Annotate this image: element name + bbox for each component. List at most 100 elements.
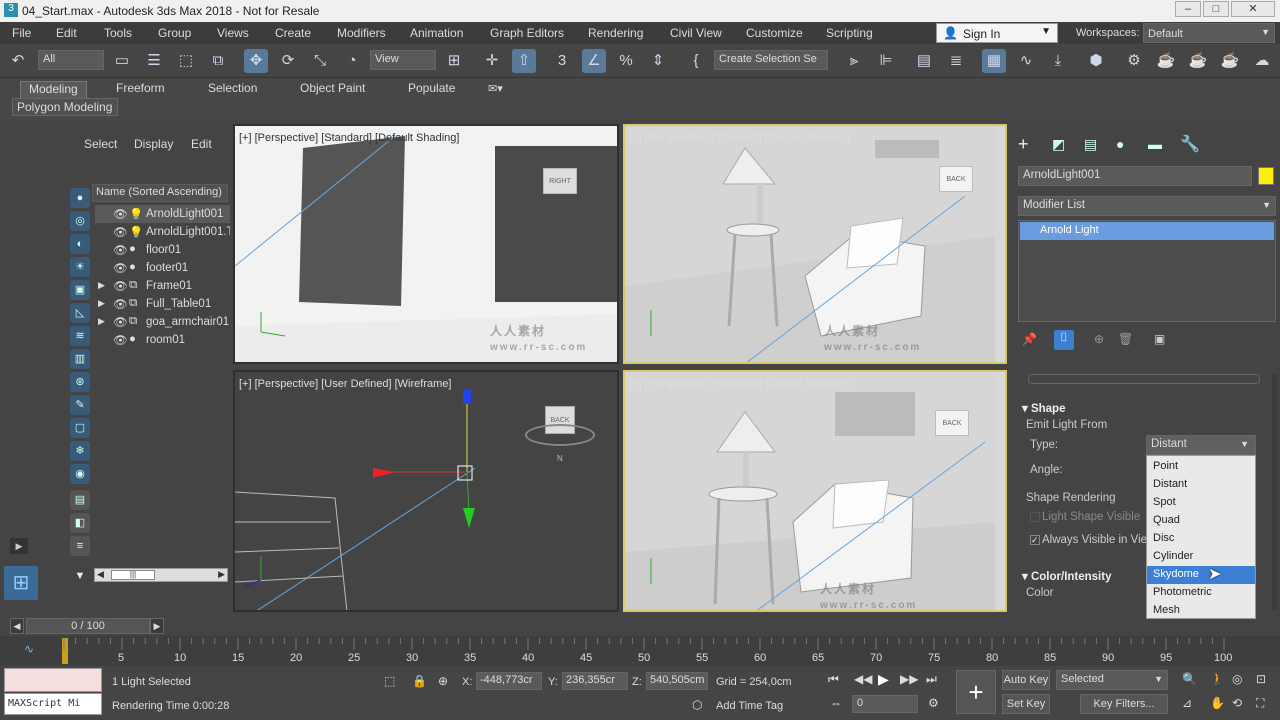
cameras-filter-icon[interactable]: ▣: [70, 280, 90, 300]
scroll-right-icon[interactable]: ▶: [218, 569, 225, 580]
orbit-sub-icon[interactable]: ⟲: [1232, 696, 1242, 710]
local-scene-icon[interactable]: ◧: [70, 513, 90, 533]
material-editor-icon[interactable]: ⬢: [1084, 49, 1108, 73]
schematic-view-icon[interactable]: ⤓: [1046, 49, 1070, 73]
field-of-view-icon[interactable]: ⊿: [1182, 696, 1192, 710]
viewcube-face[interactable]: BACK: [939, 166, 973, 192]
modifier-list-select[interactable]: Modifier List ▼: [1018, 196, 1276, 216]
time-config-icon[interactable]: ⚙: [928, 696, 939, 710]
walk-through-icon[interactable]: 🚶: [1210, 672, 1225, 686]
rendered-frame-icon[interactable]: ☕: [1154, 49, 1178, 73]
ribbon-options-icon[interactable]: ✉▾: [488, 82, 503, 95]
viewport-bottom-left[interactable]: [+] [Perspective] [User Defined] [Wirefr…: [233, 370, 619, 612]
undo-icon[interactable]: ↶: [6, 49, 30, 73]
scene-tab-edit[interactable]: Edit: [191, 137, 212, 151]
funnel-icon[interactable]: ▼: [70, 566, 90, 586]
viewport-label[interactable]: [+] [Perspective] [Standard] [Default Sh…: [629, 378, 849, 390]
layer-icon[interactable]: ▤: [70, 490, 90, 510]
zoom-extents-icon[interactable]: ⊡: [1256, 672, 1266, 686]
helpers-filter-icon[interactable]: ◺: [70, 303, 90, 323]
tab-selection[interactable]: Selection: [200, 81, 265, 99]
viewcube[interactable]: BACK N: [525, 406, 595, 466]
type-option-skydome[interactable]: Skydome: [1147, 566, 1255, 584]
scroll-left-icon[interactable]: ◀: [97, 569, 104, 580]
prev-frame-button[interactable]: ◀: [10, 618, 24, 634]
orbit-icon[interactable]: ◎: [1232, 672, 1242, 686]
type-option-disc[interactable]: Disc: [1147, 530, 1255, 548]
column-header[interactable]: Name (Sorted Ascending): [92, 184, 228, 202]
eye-icon[interactable]: 👁: [113, 333, 128, 347]
key-mode-icon[interactable]: ⇔: [830, 696, 842, 710]
create-tab-icon[interactable]: +: [1018, 134, 1029, 155]
named-selection-set-select[interactable]: Create Selection Se: [714, 50, 828, 70]
minimize-button[interactable]: –: [1175, 1, 1201, 17]
geometry-filter-icon[interactable]: ◎: [70, 211, 90, 231]
viewport-label[interactable]: [+] [Perspective] [User Defined] [Wirefr…: [239, 378, 451, 390]
add-time-tag-button[interactable]: Add Time Tag: [716, 700, 783, 712]
list-item[interactable]: ▶ 👁 ⧉ Frame01: [95, 277, 230, 295]
angle-snap-icon[interactable]: ∠: [582, 49, 606, 73]
scale-icon[interactable]: ⤡: [308, 49, 332, 73]
goto-end-icon[interactable]: ⏭: [926, 672, 937, 687]
expand-arrow-icon[interactable]: ▶: [98, 280, 105, 291]
modify-tab-icon[interactable]: ◩: [1052, 136, 1065, 153]
type-option-photometric[interactable]: Photometric: [1147, 584, 1255, 602]
section-shape[interactable]: ▾ Shape: [1022, 401, 1065, 415]
display-tab-icon[interactable]: ▬: [1148, 136, 1162, 152]
tab-object-paint[interactable]: Object Paint: [292, 81, 373, 99]
scene-tab-select[interactable]: Select: [84, 137, 117, 151]
light-shape-visible-checkbox[interactable]: [1030, 512, 1040, 522]
selected-select[interactable]: Selected ▼: [1056, 670, 1168, 690]
list-item[interactable]: ▶ 👁 ⧉ goa_armchair01: [95, 313, 230, 331]
absolute-mode-icon[interactable]: ⊕: [438, 674, 448, 688]
lights-filter-icon[interactable]: ☀: [70, 257, 90, 277]
type-option-point[interactable]: Point: [1147, 458, 1255, 476]
type-option-distant[interactable]: Distant: [1147, 476, 1255, 494]
layer-explorer-icon[interactable]: ≣: [944, 49, 968, 73]
workspaces-select[interactable]: Default ▼: [1143, 23, 1275, 43]
render-setup-icon[interactable]: ⚙: [1122, 49, 1146, 73]
select-manipulate-icon[interactable]: ✛: [480, 49, 504, 73]
align-icon[interactable]: ⊫: [874, 49, 898, 73]
auto-key-button[interactable]: Auto Key: [1002, 670, 1050, 690]
remove-modifier-icon[interactable]: 🗑: [1118, 332, 1133, 346]
zoom-icon[interactable]: 🔍: [1182, 672, 1197, 686]
eye-icon[interactable]: 👁: [113, 207, 128, 221]
eye-icon[interactable]: 👁: [113, 279, 128, 293]
menu-customize[interactable]: Customize: [746, 26, 803, 40]
window-crossing-icon[interactable]: ⧉: [206, 49, 230, 73]
current-frame-field[interactable]: 0: [852, 695, 918, 713]
type-option-mesh[interactable]: Mesh: [1147, 602, 1255, 620]
eye-icon[interactable]: 👁: [113, 297, 128, 311]
next-key-icon[interactable]: ▶▶: [900, 672, 918, 686]
close-button[interactable]: ✕: [1231, 1, 1275, 17]
scene-tab-display[interactable]: Display: [134, 137, 173, 151]
make-unique-icon[interactable]: ⊕: [1094, 332, 1104, 346]
viewport-layout-icon[interactable]: ⊞: [4, 566, 38, 600]
snaps-toggle-icon[interactable]: 3: [550, 49, 574, 73]
rectangle-selection-icon[interactable]: ⬚: [174, 49, 198, 73]
maximize-button[interactable]: □: [1203, 1, 1229, 17]
motion-tab-icon[interactable]: ●: [1116, 136, 1124, 152]
xrefs-filter-icon[interactable]: ⊛: [70, 372, 90, 392]
shapes-filter-icon[interactable]: ◐: [70, 234, 90, 254]
viewport-label[interactable]: [+] [Perspective] [Standard] [Default Sh…: [239, 132, 459, 144]
spinner-snap-icon[interactable]: ⇕: [646, 49, 670, 73]
bones-filter-icon[interactable]: ✎: [70, 395, 90, 415]
eye-icon[interactable]: 👁: [113, 225, 128, 239]
pivot-icon[interactable]: ⊞: [442, 49, 466, 73]
containers-filter-icon[interactable]: ▢: [70, 418, 90, 438]
goto-start-icon[interactable]: ⏮: [828, 672, 839, 687]
maxscript-listener[interactable]: [4, 668, 102, 692]
scene-hscroll[interactable]: ◀ ||| ▶: [94, 568, 228, 582]
time-slider-thumb[interactable]: 0 / 100: [26, 618, 150, 634]
maximize-viewport-icon[interactable]: ⛶: [1256, 696, 1264, 711]
pan-icon[interactable]: ✋: [1210, 696, 1225, 710]
list-item[interactable]: 👁 💡 ArnoldLight001: [95, 205, 230, 223]
expand-arrow-icon[interactable]: ▶: [98, 316, 105, 327]
edit-named-sets-icon[interactable]: {: [684, 49, 708, 73]
rotate-icon[interactable]: ⟳: [276, 49, 300, 73]
next-frame-button[interactable]: ▶: [150, 618, 164, 634]
render-production-icon[interactable]: ☕: [1186, 49, 1210, 73]
always-visible-checkbox[interactable]: ✓: [1030, 535, 1040, 545]
